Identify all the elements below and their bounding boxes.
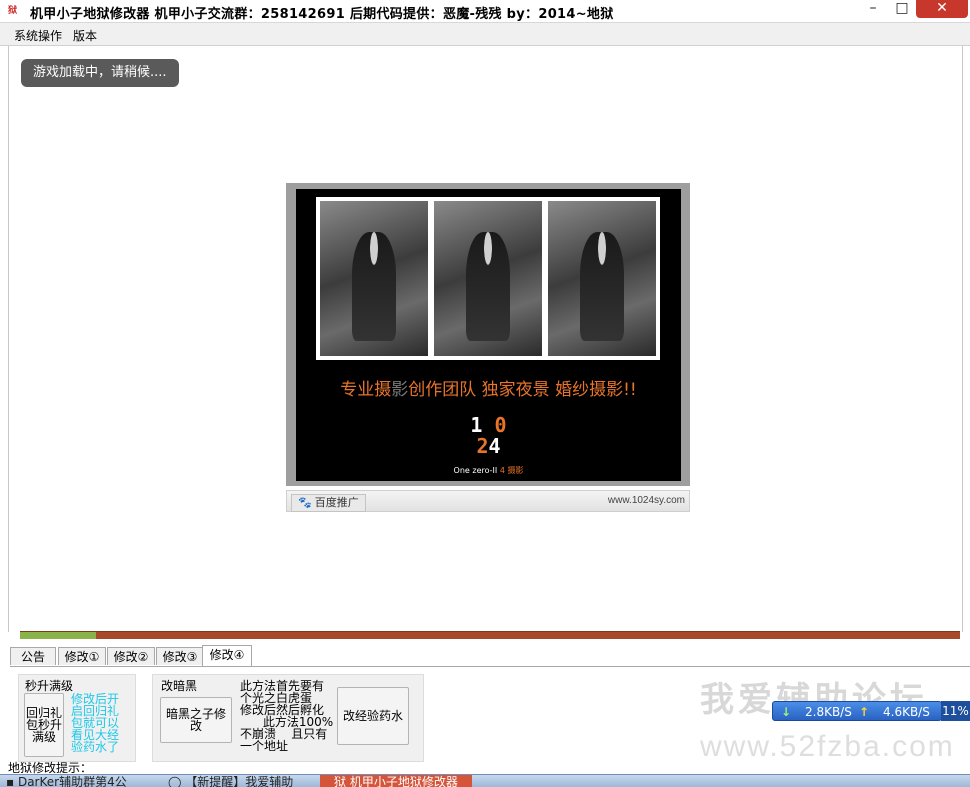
network-percent: 11% bbox=[941, 701, 970, 721]
ad-photo bbox=[320, 201, 428, 356]
minimize-button[interactable]: – bbox=[860, 0, 886, 18]
network-speed-widget[interactable]: ↓ 2.8KB/S ↑ 4.6KB/S bbox=[772, 701, 942, 721]
title-bar: 狱 机甲小子地狱修改器 机甲小子交流群：258142691 后期代码提供：恶魔-… bbox=[0, 0, 970, 23]
tab-mod-3[interactable]: 修改③ bbox=[156, 647, 204, 665]
paw-icon: 🐾 bbox=[298, 496, 312, 509]
instant-max-level-button[interactable]: 回归礼 包秒升 满级 bbox=[24, 693, 64, 757]
loading-toast: 游戏加载中，请稍候.... bbox=[21, 59, 179, 87]
maximize-button[interactable]: □ bbox=[888, 0, 916, 18]
dark-son-mod-button[interactable]: 暗黑之子修 改 bbox=[160, 697, 232, 743]
tab-mod-2[interactable]: 修改② bbox=[107, 647, 155, 665]
ad-banner[interactable]: 专业摄影创作团队 独家夜景 婚纱摄影!! 1 0 24 One zero-II … bbox=[286, 183, 690, 486]
menu-item-system[interactable]: 系统操作 bbox=[14, 27, 62, 44]
upload-speed: 4.6KB/S bbox=[883, 705, 930, 719]
taskbar-item[interactable]: ▪ DarKer辅助群第4公 bbox=[6, 775, 127, 787]
dark-mod-description: 此方法首先要有 个光之白虎蛋 修改后然后孵化 此方法100% 不崩溃 且只有 一… bbox=[240, 679, 334, 753]
ad-tagline: 专业摄影创作团队 独家夜景 婚纱摄影!! bbox=[340, 380, 637, 400]
download-speed: 2.8KB/S bbox=[805, 705, 852, 719]
group-dark: 改暗黑 暗黑之子修 改 此方法首先要有 个光之白虎蛋 修改后然后孵化 此方法10… bbox=[152, 674, 424, 762]
tab-mod-1[interactable]: 修改① bbox=[58, 647, 106, 665]
ad-photo bbox=[434, 201, 542, 356]
group-title: 秒升满级 bbox=[25, 679, 74, 693]
arrow-up-icon: ↑ bbox=[859, 705, 870, 719]
taskbar-item-active[interactable]: 狱 机甲小子地狱修改器 bbox=[320, 775, 472, 787]
game-browser[interactable]: 游戏加载中，请稍候.... 专业摄影创作团队 独家夜景 婚纱摄影!! 1 0 2… bbox=[8, 46, 963, 632]
ad-photo bbox=[548, 201, 656, 356]
taskbar: ▪ DarKer辅助群第4公 ◯ 【新提醒】我爱辅助 狱 机甲小子地狱修改器 bbox=[0, 774, 970, 787]
tab-announcement[interactable]: 公告 bbox=[10, 647, 56, 665]
instant-level-note: 修改后开 启回归礼 包就可以 看见大经 验药水了 bbox=[71, 692, 120, 754]
close-button[interactable]: ✕ bbox=[916, 0, 968, 18]
photo-strip bbox=[316, 197, 660, 360]
menu-item-version[interactable]: 版本 bbox=[73, 27, 97, 44]
ad-footer: 🐾 百度推广 www.1024sy.com bbox=[286, 490, 690, 512]
ad-url[interactable]: www.1024sy.com bbox=[608, 495, 685, 506]
tab-mod-4[interactable]: 修改④ bbox=[202, 645, 252, 666]
app-icon: 狱 bbox=[8, 6, 18, 16]
arrow-down-icon: ↓ bbox=[781, 705, 792, 719]
exp-potion-mod-button[interactable]: 改经验药水 bbox=[337, 687, 409, 745]
ad-subtitle: One zero-II 4 摄影 bbox=[453, 466, 524, 475]
menu-bar: 系统操作 版本 bbox=[0, 23, 970, 46]
group-title: 改暗黑 bbox=[161, 679, 198, 693]
taskbar-item[interactable]: ◯ 【新提醒】我爱辅助 bbox=[168, 775, 293, 787]
baidu-promo-badge[interactable]: 🐾 百度推广 bbox=[291, 494, 366, 512]
group-instant-level: 秒升满级 回归礼 包秒升 满级 修改后开 启回归礼 包就可以 看见大经 验药水了 bbox=[18, 674, 136, 762]
loading-progress-bar bbox=[20, 631, 960, 639]
watermark-url: www.52fzba.com bbox=[700, 730, 955, 763]
progress-fill bbox=[20, 632, 97, 639]
window-title: 机甲小子地狱修改器 机甲小子交流群：258142691 后期代码提供：恶魔-残残… bbox=[30, 7, 614, 22]
ad-image[interactable]: 专业摄影创作团队 独家夜景 婚纱摄影!! 1 0 24 One zero-II … bbox=[296, 189, 681, 481]
ad-logo: 1 0 24 bbox=[470, 413, 507, 458]
